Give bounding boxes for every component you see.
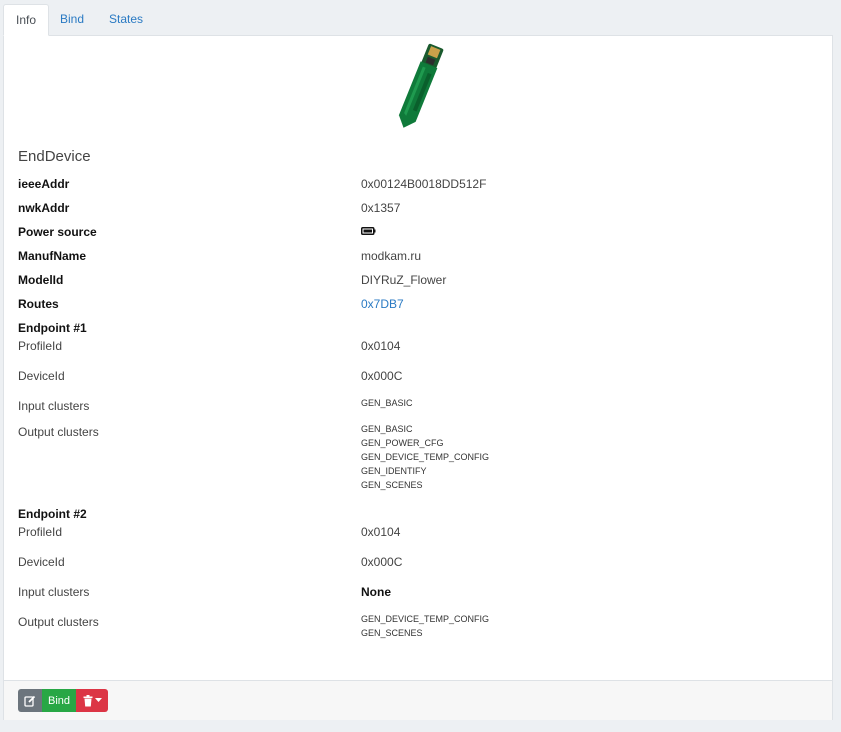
action-button-group: Bind (18, 689, 108, 712)
device-info-card: EndDevice ieeeAddr 0x00124B0018DD512F nw… (3, 35, 833, 720)
manufname-label: ManufName (18, 249, 87, 263)
endpoint-2-input-none: None (361, 585, 391, 599)
manufname-value: modkam.ru (361, 249, 422, 263)
cluster-item: GEN_DEVICE_TEMP_CONFIG (361, 614, 490, 624)
endpoint-1-input-list: GEN_BASIC (361, 396, 413, 410)
card-footer: Bind (4, 680, 832, 720)
battery-icon (361, 227, 376, 235)
cluster-item: GEN_POWER_CFG (361, 438, 444, 448)
cluster-item: GEN_BASIC (361, 424, 413, 434)
tab-states[interactable]: States (97, 4, 155, 35)
endpoint-1-output-list: GEN_BASIC GEN_POWER_CFG GEN_DEVICE_TEMP_… (361, 422, 489, 492)
endpoint-2-deviceid-label: DeviceId (18, 555, 65, 569)
ieeeaddr-value: 0x00124B0018DD512F (361, 177, 487, 191)
edit-icon (24, 695, 36, 707)
endpoint-1-output-label: Output clusters (18, 425, 99, 439)
endpoint-2-deviceid-value: 0x000C (361, 555, 403, 569)
pcb-soil-sensor-image (398, 43, 444, 128)
endpoint-2-profileid-label: ProfileId (18, 525, 63, 539)
modelid-label: ModelId (18, 273, 64, 287)
endpoint-2-input-label: Input clusters (18, 585, 90, 599)
tab-info[interactable]: Info (3, 4, 50, 36)
nwkaddr-value: 0x1357 (361, 201, 401, 215)
device-type-heading: EndDevice (18, 148, 91, 165)
cluster-item: GEN_SCENES (361, 480, 423, 490)
modelid-value: DIYRuZ_Flower (361, 273, 447, 287)
tab-bar: Info Bind States (0, 0, 841, 36)
routes-label: Routes (18, 297, 59, 311)
endpoint-1-profileid-value: 0x0104 (361, 339, 401, 353)
endpoint-2-title: Endpoint #2 (18, 507, 87, 521)
cluster-item: GEN_SCENES (361, 628, 423, 638)
edit-button[interactable] (18, 689, 42, 712)
caret-down-icon (94, 698, 102, 702)
endpoint-1-deviceid-value: 0x000C (361, 369, 403, 383)
endpoint-1-deviceid-label: DeviceId (18, 369, 65, 383)
cluster-item: GEN_BASIC (361, 398, 413, 408)
nwkaddr-label: nwkAddr (18, 201, 70, 215)
endpoint-1-title: Endpoint #1 (18, 321, 87, 335)
endpoint-2-profileid-value: 0x0104 (361, 525, 401, 539)
cluster-item: GEN_IDENTIFY (361, 466, 427, 476)
endpoint-1-input-label: Input clusters (18, 399, 90, 413)
power-source-label: Power source (18, 225, 97, 239)
delete-dropdown-button[interactable] (76, 689, 108, 712)
endpoint-2-output-list: GEN_DEVICE_TEMP_CONFIG GEN_SCENES (361, 612, 489, 640)
route-link[interactable]: 0x7DB7 (361, 297, 404, 311)
cluster-item: GEN_DEVICE_TEMP_CONFIG (361, 452, 490, 462)
bind-button[interactable]: Bind (42, 689, 76, 712)
ieeeaddr-label: ieeeAddr (18, 177, 70, 191)
endpoint-2-output-label: Output clusters (18, 615, 99, 629)
tab-bind[interactable]: Bind (48, 4, 96, 35)
trash-icon (83, 694, 92, 706)
endpoint-1-profileid-label: ProfileId (18, 339, 63, 353)
